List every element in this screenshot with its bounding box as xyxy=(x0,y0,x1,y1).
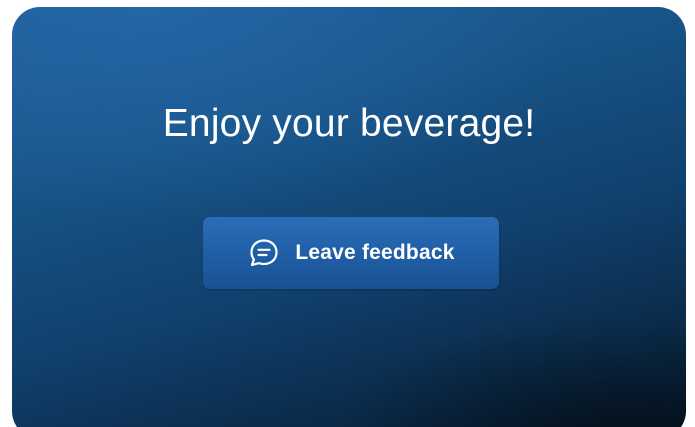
leave-feedback-label: Leave feedback xyxy=(295,241,455,264)
leave-feedback-button[interactable]: Leave feedback xyxy=(203,217,499,289)
chat-bubble-icon xyxy=(247,236,281,270)
headline: Enjoy your beverage! xyxy=(162,102,536,145)
beverage-complete-screen: Enjoy your beverage! Leave feedback xyxy=(12,7,686,427)
